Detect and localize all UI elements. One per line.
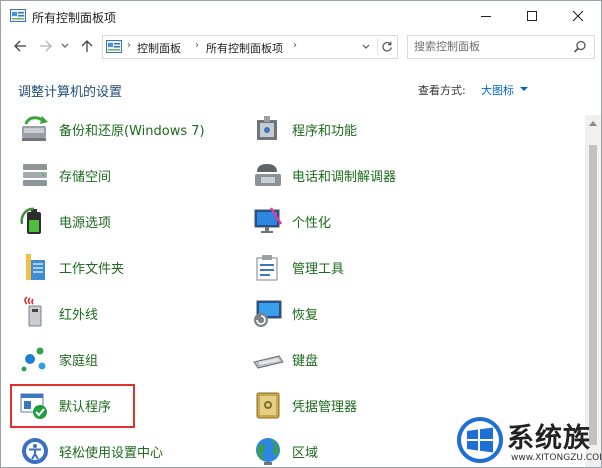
item-label: 区域 — [292, 446, 319, 461]
address-bar[interactable]: › 控制面板 › 所有控制面板项 › — [102, 35, 398, 59]
phone-modem-icon — [255, 164, 281, 186]
item-work-folders[interactable]: 工作文件夹 — [18, 249, 238, 285]
item-label: 凭据管理器 — [292, 400, 358, 415]
item-label: 工作文件夹 — [59, 262, 125, 277]
caret-down-icon[interactable] — [520, 87, 528, 91]
arrow-left-icon — [14, 40, 26, 52]
personalization-icon — [254, 207, 283, 233]
item-backup-restore[interactable]: 备份和还原(Windows 7) — [18, 111, 238, 147]
programs-features-icon — [257, 116, 277, 140]
breadcrumb-separator-icon[interactable]: › — [195, 40, 199, 51]
item-label: 程序和功能 — [292, 124, 358, 139]
item-label: 红外线 — [59, 308, 99, 323]
item-admin-tools[interactable]: 管理工具 — [251, 249, 451, 285]
work-folders-icon — [26, 254, 45, 280]
window-title: 所有控制面板项 — [32, 11, 117, 25]
view-by-label: 查看方式: — [418, 84, 466, 97]
credential-manager-icon — [256, 392, 280, 419]
recent-locations-button[interactable] — [59, 38, 71, 54]
highlight-box — [10, 384, 135, 428]
item-phone-modem[interactable]: 电话和调制解调器 — [251, 157, 451, 193]
item-label: 备份和还原(Windows 7) — [59, 124, 205, 139]
storage-spaces-icon — [23, 164, 47, 186]
close-button[interactable] — [555, 1, 601, 31]
chevron-down-icon — [362, 44, 370, 49]
item-label: 键盘 — [292, 354, 319, 369]
backup-restore-icon — [22, 116, 48, 141]
item-recovery[interactable]: 恢复 — [251, 295, 451, 331]
watermark-url: www.XITONGZU.COM — [511, 453, 602, 463]
scrollbar-thumb[interactable] — [589, 145, 597, 445]
item-label: 个性化 — [292, 216, 332, 231]
item-keyboard[interactable]: 键盘 — [251, 341, 451, 377]
power-options-icon — [20, 207, 41, 234]
control-panel-window: 所有控制面板项 › 控制面板 › 所有控制面板项 › 搜索控制面板 调整计算机的… — [0, 0, 602, 468]
item-label: 管理工具 — [292, 262, 345, 277]
infrared-icon — [24, 296, 42, 327]
navigation-bar: › 控制面板 › 所有控制面板项 › — [1, 32, 601, 62]
up-button[interactable] — [79, 38, 95, 54]
recovery-icon — [254, 300, 282, 327]
item-region[interactable]: 区域 — [251, 433, 451, 467]
title-bar: 所有控制面板项 — [1, 1, 601, 31]
keyboard-icon — [253, 355, 284, 369]
control-panel-icon — [10, 9, 26, 22]
site-watermark: 系统族 www.XITONGZU.COM — [455, 413, 602, 467]
item-storage-spaces[interactable]: 存储空间 — [18, 157, 238, 193]
item-homegroup[interactable]: 家庭组 — [18, 341, 238, 377]
item-label: 电话和调制解调器 — [292, 170, 397, 185]
search-box[interactable] — [407, 35, 595, 59]
item-ease-of-access[interactable]: 轻松使用设置中心 — [18, 433, 238, 467]
item-label: 恢复 — [292, 308, 319, 323]
back-button[interactable] — [12, 38, 28, 54]
item-programs-features[interactable]: 程序和功能 — [251, 111, 451, 147]
region-icon — [256, 438, 280, 465]
windows-logo-icon — [457, 417, 503, 463]
item-power-options[interactable]: 电源选项 — [18, 203, 238, 239]
caret-up-icon — [589, 121, 597, 126]
ease-of-access-icon — [22, 438, 48, 464]
arrow-right-icon — [40, 40, 52, 52]
breadcrumb-control-panel[interactable]: 控制面板 — [137, 40, 181, 56]
refresh-button[interactable] — [377, 38, 396, 55]
item-label: 轻松使用设置中心 — [59, 446, 164, 461]
forward-button[interactable] — [38, 38, 54, 54]
minimize-icon — [481, 16, 491, 17]
minimize-button[interactable] — [463, 1, 509, 31]
chevron-down-icon — [61, 43, 69, 48]
view-by-dropdown[interactable]: 大图标 — [481, 82, 514, 98]
address-dropdown-button[interactable] — [359, 38, 373, 55]
item-infrared[interactable]: 红外线 — [18, 295, 238, 331]
breadcrumb-separator-icon[interactable]: › — [293, 40, 297, 51]
maximize-icon — [527, 11, 537, 21]
item-label: 家庭组 — [59, 354, 99, 369]
homegroup-icon — [21, 347, 46, 372]
item-credential-manager[interactable]: 凭据管理器 — [251, 387, 451, 423]
item-label: 电源选项 — [59, 216, 112, 231]
control-panel-icon — [106, 40, 122, 53]
close-icon — [572, 10, 584, 22]
search-icon[interactable] — [572, 39, 588, 55]
breadcrumb-separator-icon[interactable]: › — [127, 40, 131, 51]
page-heading: 调整计算机的设置 — [18, 85, 123, 100]
arrow-up-icon — [81, 40, 93, 52]
item-personalization[interactable]: 个性化 — [251, 203, 451, 239]
refresh-icon — [382, 41, 392, 51]
scroll-up-button[interactable] — [585, 115, 601, 131]
watermark-name: 系统族 — [507, 423, 591, 454]
search-input[interactable] — [414, 38, 564, 54]
admin-tools-icon — [256, 255, 278, 281]
item-label: 存储空间 — [59, 170, 112, 185]
maximize-button[interactable] — [509, 1, 555, 31]
breadcrumb-all-items[interactable]: 所有控制面板项 — [206, 40, 283, 56]
